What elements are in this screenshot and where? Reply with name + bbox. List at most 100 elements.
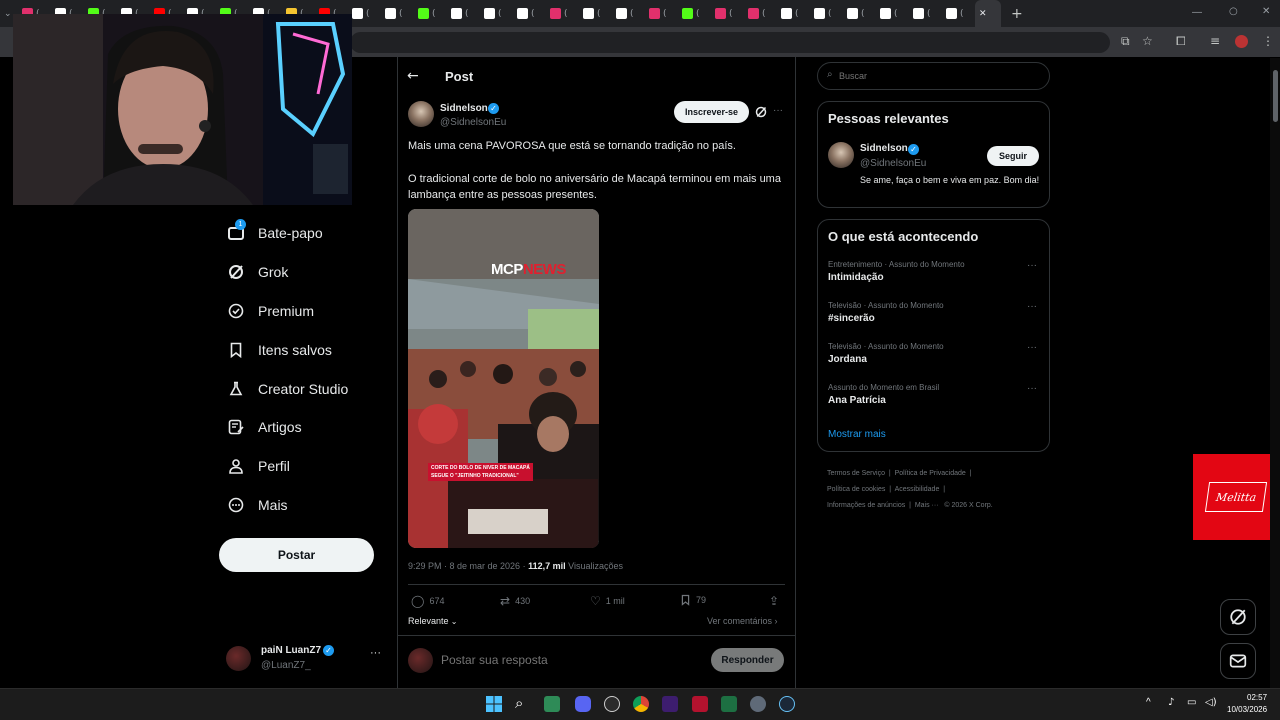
account-switcher[interactable]: paiN LuanZ7 ✓ @LuanZ7_ ···: [226, 645, 386, 673]
author-handle[interactable]: @SidnelsonEu: [440, 117, 506, 128]
browser-tab[interactable]: (: [744, 0, 777, 27]
chatgpt-app-icon[interactable]: [604, 696, 620, 712]
clock-date[interactable]: 10/03/2026: [1227, 705, 1267, 714]
windows-start-icon[interactable]: [486, 696, 502, 712]
browser-tab[interactable]: (: [810, 0, 843, 27]
display-icon[interactable]: ▭: [1187, 697, 1196, 708]
post-button[interactable]: Postar: [219, 538, 374, 572]
sidebar-item-grok[interactable]: Grok: [228, 260, 288, 284]
trend-more-icon[interactable]: ···: [1027, 342, 1037, 353]
scrollbar-thumb[interactable]: [1273, 70, 1278, 122]
author-avatar[interactable]: [408, 101, 434, 127]
grok-float-button[interactable]: [1220, 599, 1256, 635]
microphone-icon[interactable]: ♪: [1168, 697, 1174, 708]
post-timestamp[interactable]: 9:29 PM · 8 de mar de 2026 ·: [408, 561, 528, 571]
browser-tab[interactable]: (: [942, 0, 975, 27]
author-name[interactable]: Sidnelson: [440, 103, 488, 114]
adobe-app-icon[interactable]: [692, 696, 708, 712]
footer-accessibility-link[interactable]: Acessibilidade: [895, 486, 940, 493]
next-app-icon[interactable]: [662, 696, 678, 712]
messages-float-button[interactable]: [1220, 643, 1256, 679]
trend-item[interactable]: Assunto do Momento em Brasil Ana Patríci…: [828, 383, 1043, 406]
reply-button[interactable]: Responder: [711, 648, 784, 672]
taskbar-search-icon[interactable]: ⌕: [515, 694, 523, 712]
browser-menu-icon[interactable]: ⋮: [1262, 34, 1274, 48]
sidebar-item-bookmarks[interactable]: Itens salvos: [228, 338, 332, 362]
back-arrow-icon[interactable]: ←: [407, 68, 419, 84]
sidebar-item-creator-studio[interactable]: Creator Studio: [228, 377, 348, 401]
trend-item[interactable]: Televisão · Assunto do Momento Jordana ·…: [828, 342, 1043, 365]
footer-more-link[interactable]: Mais ···: [915, 502, 939, 509]
post-video[interactable]: MCPNEWS CORTE DO BOLO DE NIVER DE MACAPÁ…: [408, 209, 599, 548]
browser-tab[interactable]: (: [579, 0, 612, 27]
footer-cookies-link[interactable]: Política de cookies: [827, 486, 885, 493]
sidebar-item-more[interactable]: Mais: [228, 493, 288, 517]
person-handle[interactable]: @SidnelsonEu: [860, 158, 926, 169]
page-scrollbar[interactable]: [1270, 58, 1280, 688]
tray-chevron-icon[interactable]: ^: [1146, 697, 1151, 708]
sidebar-item-articles[interactable]: Artigos: [228, 415, 302, 439]
bookmark-action[interactable]: 79: [680, 594, 706, 606]
account-menu-icon[interactable]: ···: [370, 647, 381, 659]
minimize-window-icon[interactable]: —: [1192, 7, 1202, 18]
like-action[interactable]: ♡ 1 mil: [590, 594, 625, 608]
browser-tab-active[interactable]: ✕: [975, 0, 1001, 27]
sort-dropdown[interactable]: Relevante ⌄: [408, 616, 457, 626]
browser-tab[interactable]: (: [876, 0, 909, 27]
search-input[interactable]: [839, 69, 1039, 83]
sidebar-item-premium[interactable]: Premium: [228, 299, 314, 323]
browser-tab[interactable]: (: [612, 0, 645, 27]
clock-time[interactable]: 02:57: [1247, 693, 1267, 702]
footer-terms-link[interactable]: Termos de Serviço: [827, 470, 885, 477]
post-more-icon[interactable]: ···: [773, 105, 783, 116]
browser-tab[interactable]: (: [348, 0, 381, 27]
trend-item[interactable]: Entretenimento · Assunto do Momento Inti…: [828, 260, 1043, 283]
discord-app-icon[interactable]: [575, 696, 591, 712]
person-name[interactable]: Sidnelson: [860, 143, 908, 154]
bookmark-star-icon[interactable]: ☆: [1142, 34, 1153, 48]
steam-app-icon[interactable]: [779, 696, 795, 712]
browser-tab[interactable]: (: [513, 0, 546, 27]
sidebar-item-chat[interactable]: 1 Bate-papo: [228, 219, 323, 245]
browser-tab[interactable]: (: [546, 0, 579, 27]
grok-icon[interactable]: [755, 106, 767, 118]
restore-window-icon[interactable]: ○: [1229, 6, 1238, 17]
new-tab-icon[interactable]: +: [1011, 6, 1023, 22]
settings-app-icon[interactable]: [750, 696, 766, 712]
trend-more-icon[interactable]: ···: [1027, 383, 1037, 394]
share-action[interactable]: ⇪: [769, 594, 779, 608]
browser-profile-avatar[interactable]: [1235, 35, 1248, 48]
volume-icon[interactable]: ◁): [1205, 697, 1217, 708]
reply-input[interactable]: [441, 650, 691, 670]
footer-privacy-link[interactable]: Política de Privacidade: [895, 470, 966, 477]
extensions-icon[interactable]: ⧠: [1176, 34, 1186, 49]
search-box[interactable]: ⌕: [817, 62, 1050, 90]
cast-icon[interactable]: ⧉: [1121, 34, 1130, 49]
chrome-app-icon[interactable]: [633, 696, 649, 712]
reading-list-icon[interactable]: ≡: [1210, 34, 1220, 48]
close-window-icon[interactable]: ✕: [1262, 6, 1270, 17]
browser-tab[interactable]: (: [414, 0, 447, 27]
subscribe-button[interactable]: Inscrever-se: [674, 101, 749, 123]
browser-tab[interactable]: (: [843, 0, 876, 27]
trend-item[interactable]: Televisão · Assunto do Momento #sincerão…: [828, 301, 1043, 324]
browser-tab[interactable]: (: [480, 0, 513, 27]
browser-tab[interactable]: (: [447, 0, 480, 27]
show-more-link[interactable]: Mostrar mais: [828, 429, 886, 440]
address-bar[interactable]: [350, 32, 1110, 53]
excel-app-icon[interactable]: [721, 696, 737, 712]
person-avatar[interactable]: [828, 142, 854, 168]
repost-action[interactable]: ⇄ 430: [500, 594, 530, 608]
browser-tab[interactable]: (: [777, 0, 810, 27]
footer-ads-link[interactable]: Informações de anúncios: [827, 502, 905, 509]
reply-action[interactable]: ◯ 674: [411, 594, 444, 608]
close-tab-icon[interactable]: ✕: [979, 9, 987, 19]
browser-tab[interactable]: (: [909, 0, 942, 27]
trend-more-icon[interactable]: ···: [1027, 301, 1037, 312]
browser-tab[interactable]: (: [678, 0, 711, 27]
browser-tab[interactable]: (: [711, 0, 744, 27]
follow-button[interactable]: Seguir: [987, 146, 1039, 166]
trend-more-icon[interactable]: ···: [1027, 260, 1037, 271]
browser-tab[interactable]: (: [645, 0, 678, 27]
browser-tab[interactable]: (: [381, 0, 414, 27]
